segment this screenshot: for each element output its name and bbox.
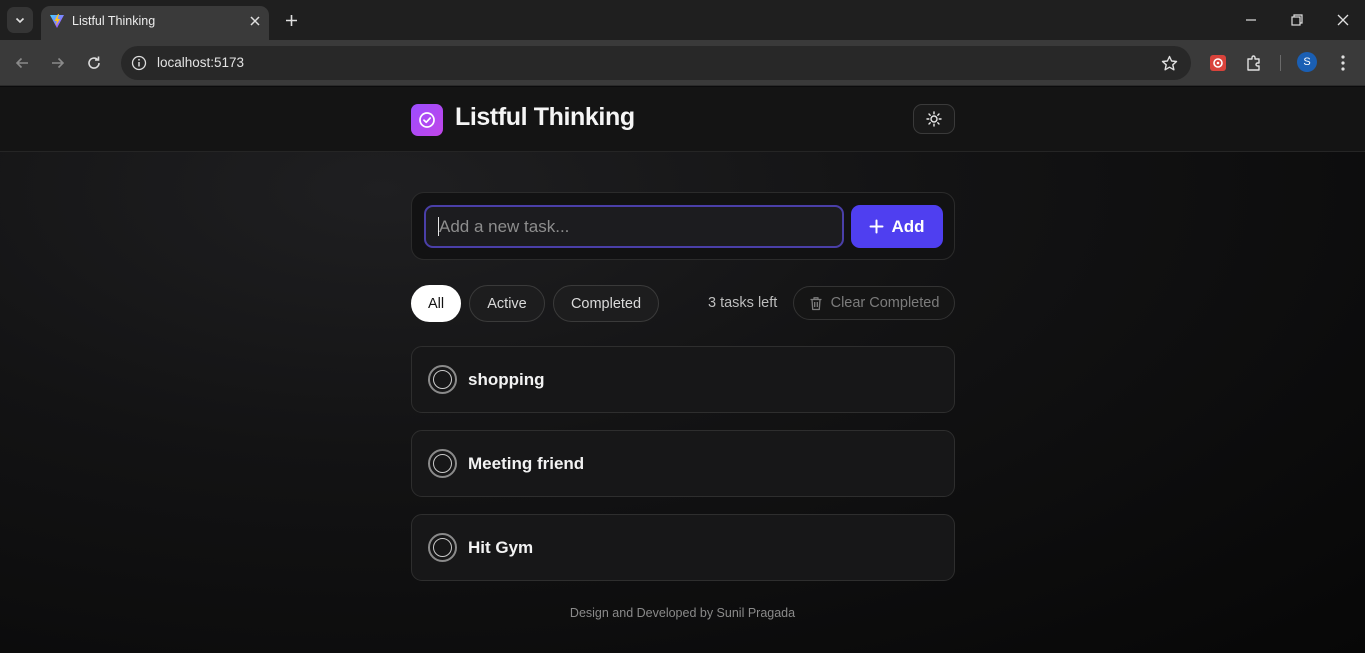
profile-avatar[interactable]: S [1297,52,1317,72]
tab-close-button[interactable] [246,12,264,30]
minimize-button[interactable] [1239,8,1263,32]
app-header: Listful Thinking [0,87,1365,152]
url-text: localhost:5173 [157,55,245,70]
task-checkbox[interactable] [428,449,457,478]
star-icon [1161,55,1177,70]
browser-menu-button[interactable] [1330,50,1356,76]
browser-tab[interactable]: Listful Thinking [41,6,269,40]
more-vertical-icon [1341,55,1345,71]
filter-completed[interactable]: Completed [553,285,659,322]
task-item[interactable]: Meeting friend [411,430,955,497]
arrow-left-icon [15,57,28,69]
check-circle-icon [419,112,435,128]
task-item[interactable]: shopping [411,346,955,413]
circle-icon [433,370,452,389]
clear-completed-button[interactable]: Clear Completed [793,286,955,320]
tasks-left-count: 3 tasks left [708,295,778,311]
clear-completed-label: Clear Completed [830,295,940,311]
add-task-button[interactable]: Add [851,205,943,248]
back-button[interactable] [9,50,35,76]
reload-button[interactable] [81,50,107,76]
plus-icon [285,14,297,26]
circle-icon [433,454,452,473]
app-logo [411,104,443,136]
info-icon [131,55,147,71]
address-bar[interactable]: localhost:5173 [121,46,1191,80]
task-text: Meeting friend [468,454,585,473]
tab-search-button[interactable] [7,7,33,33]
tab-title: Listful Thinking [72,14,156,28]
extensions-menu-button[interactable] [1241,50,1267,76]
arrow-right-icon [52,57,65,69]
puzzle-icon [1247,55,1260,71]
vite-logo-icon [50,14,64,28]
trash-icon [810,296,822,310]
task-text: Hit Gym [468,538,534,557]
add-task-card: Add [411,192,955,260]
forward-button[interactable] [45,50,71,76]
plus-icon [869,219,884,234]
theme-toggle-button[interactable] [913,104,955,134]
page: Listful Thinking Add All Active Complete… [0,87,1365,653]
bookmark-button[interactable] [1159,53,1179,73]
filter-all[interactable]: All [411,285,461,322]
circle-icon [433,538,452,557]
footer-credit: Design and Developed by Sunil Pragada [569,606,796,620]
task-checkbox[interactable] [428,365,457,394]
restore-icon [1291,14,1303,26]
add-button-label: Add [891,216,925,236]
browser-tab-strip: Listful Thinking [0,0,1365,40]
close-icon [250,16,260,26]
task-checkbox[interactable] [428,533,457,562]
toolbar-divider [1280,55,1281,71]
minimize-icon [1246,19,1256,21]
new-task-input[interactable] [424,205,844,248]
task-text: shopping [468,370,545,389]
task-item[interactable]: Hit Gym [411,514,955,581]
close-window-button[interactable] [1331,8,1355,32]
extension-logo-icon [1210,55,1226,71]
new-tab-button[interactable] [280,9,302,31]
site-info-button[interactable] [129,53,149,73]
filter-active[interactable]: Active [469,285,545,322]
close-icon [1337,14,1349,26]
browser-toolbar: localhost:5173 [0,40,1365,86]
text-caret [438,217,439,236]
extension-button[interactable] [1205,50,1231,76]
reload-icon [88,56,100,69]
restore-button[interactable] [1285,8,1309,32]
sun-icon [926,111,942,127]
app-title: Listful Thinking [455,103,635,131]
chevron-down-icon [15,17,25,24]
